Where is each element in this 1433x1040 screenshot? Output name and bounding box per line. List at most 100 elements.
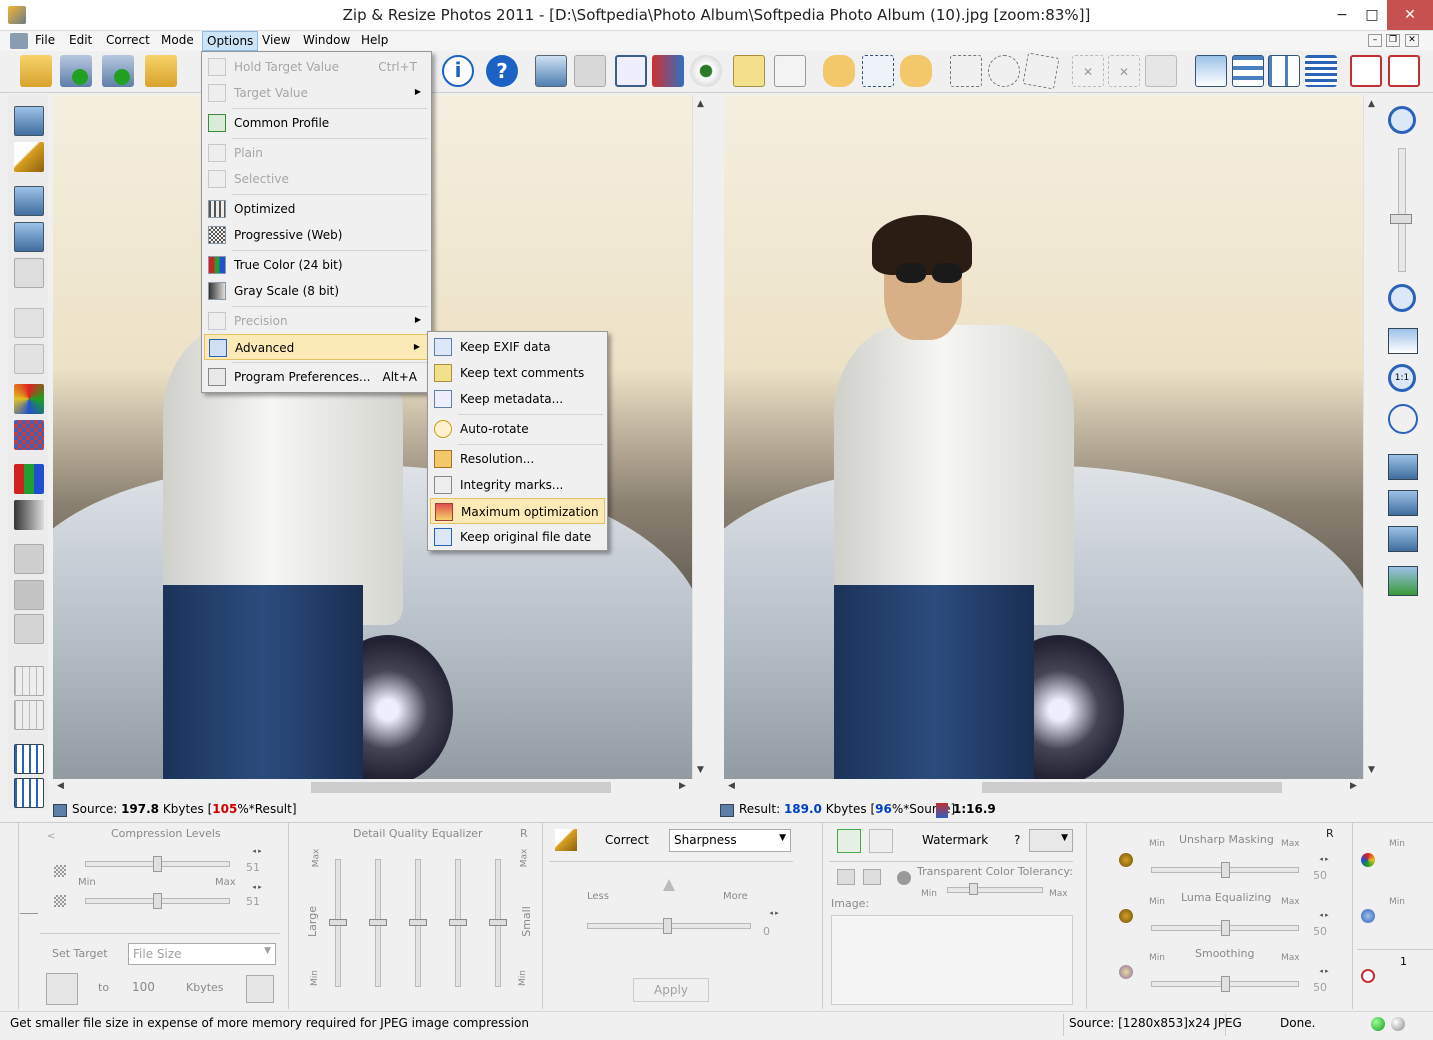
menu-item-precision[interactable]: Precision ▶ — [204, 308, 429, 334]
clear-selection-icon[interactable]: ✕ — [1108, 55, 1140, 87]
luma-slider-knob[interactable] — [1221, 920, 1230, 936]
menu-view[interactable]: View — [258, 33, 294, 47]
compare-view-icon[interactable] — [535, 55, 567, 87]
menu-file[interactable]: File — [31, 33, 59, 47]
menu-item-program-preferences[interactable]: Program Preferences... Alt+A — [204, 364, 429, 390]
watermark-dropdown[interactable]: ▼ — [1029, 829, 1073, 852]
luma-spin[interactable]: ◂ ▸ — [1313, 911, 1335, 921]
edit-note-icon[interactable] — [733, 55, 765, 87]
monitor-tree-icon[interactable] — [14, 186, 44, 216]
mdi-minimize-button[interactable]: – — [1368, 34, 1382, 47]
set-target-dropdown[interactable]: File Size ▼ — [128, 943, 276, 965]
clipboard-icon[interactable] — [574, 55, 606, 87]
layout-1-icon[interactable] — [1388, 454, 1418, 480]
magic-wand-small-icon[interactable] — [555, 829, 577, 851]
mask-icon[interactable] — [1145, 55, 1177, 87]
monitor-lock-icon[interactable] — [14, 222, 44, 252]
grey-layer2-icon[interactable] — [14, 580, 44, 610]
watermark-image-icon[interactable] — [863, 869, 881, 885]
menu-item-hold-target-value[interactable]: Hold Target Value Ctrl+T — [204, 54, 429, 80]
result-vertical-scrollbar[interactable]: ▲ ▼ — [1363, 95, 1380, 779]
help-icon[interactable]: ? — [486, 55, 518, 87]
compression-spin-2[interactable]: ◂ ▸ — [246, 883, 268, 893]
polygon-selection-icon[interactable] — [1022, 52, 1060, 90]
maximize-button[interactable]: □ — [1357, 0, 1387, 30]
rect-selection-icon[interactable] — [950, 55, 982, 87]
watermark-image-box[interactable] — [831, 915, 1073, 1005]
smoothing-spin[interactable]: ◂ ▸ — [1313, 967, 1335, 977]
cascade-windows-icon[interactable] — [1195, 55, 1227, 87]
grid-settings-icon[interactable] — [14, 666, 44, 696]
menu-correct[interactable]: Correct — [102, 33, 154, 47]
slider-settings-icon[interactable] — [14, 700, 44, 730]
crop-icon[interactable] — [615, 55, 647, 87]
zoom-out-icon[interactable] — [1388, 284, 1416, 312]
delete-selection-icon[interactable]: ✕ — [1072, 55, 1104, 87]
correct-dropdown[interactable]: Sharpness ▼ — [669, 829, 791, 852]
minimize-button[interactable]: − — [1327, 0, 1357, 30]
gray-scale-icon[interactable] — [14, 500, 44, 530]
menu-mode[interactable]: Mode — [157, 33, 198, 47]
menu-item-resolution[interactable]: Resolution... — [430, 446, 605, 472]
menu-item-keep-metadata[interactable]: Keep metadata... — [430, 386, 605, 412]
watermark-add-icon[interactable] — [837, 829, 861, 853]
watermark-remove-icon[interactable] — [869, 829, 893, 853]
menu-item-plain[interactable]: Plain — [204, 140, 429, 166]
menu-item-keep-original-date[interactable]: Keep original file date — [430, 524, 605, 550]
result-image[interactable] — [724, 95, 1363, 779]
menu-item-keep-exif[interactable]: Keep EXIF data — [430, 334, 605, 360]
menu-edit[interactable]: Edit — [65, 33, 96, 47]
copy-grey-icon[interactable] — [14, 344, 44, 374]
tolerance-slider-knob[interactable] — [969, 883, 978, 895]
target-size-input[interactable]: 100 — [128, 977, 180, 999]
zoom-in-icon[interactable] — [1388, 106, 1416, 134]
menu-item-selective[interactable]: Selective — [204, 166, 429, 192]
compression-slider-2-knob[interactable] — [153, 893, 162, 909]
menu-item-progressive[interactable]: Progressive (Web) — [204, 222, 429, 248]
menu-item-true-color[interactable]: True Color (24 bit) — [204, 252, 429, 278]
menu-item-gray-scale[interactable]: Gray Scale (8 bit) — [204, 278, 429, 304]
mdi-close-button[interactable]: ✕ — [1405, 34, 1419, 47]
result-horizontal-scrollbar[interactable]: ◀ ▶ — [724, 779, 1363, 796]
compression-spin-1[interactable]: ◂ ▸ — [246, 847, 268, 857]
info-icon[interactable]: i — [442, 55, 474, 87]
true-color-icon[interactable] — [14, 464, 44, 494]
actual-size-icon[interactable]: 1:1 — [1388, 364, 1416, 392]
hand-select-icon[interactable] — [900, 55, 932, 87]
equalizer-auto-icon[interactable] — [14, 778, 44, 808]
menu-item-auto-rotate[interactable]: Auto-rotate — [430, 416, 605, 442]
zoom-slider[interactable] — [1398, 148, 1406, 272]
menu-item-maximum-optimization[interactable]: Maximum optimization — [430, 498, 605, 524]
unsharp-slider-knob[interactable] — [1221, 862, 1230, 878]
mdi-restore-button[interactable]: ❐ — [1386, 34, 1400, 47]
compare-grey-icon[interactable] — [14, 308, 44, 338]
document-icon[interactable] — [10, 33, 28, 49]
select-pointer-icon[interactable] — [862, 55, 894, 87]
layout-3-icon[interactable] — [1388, 526, 1418, 552]
fit-window-icon[interactable] — [1388, 328, 1418, 354]
layout-2-icon[interactable] — [1388, 490, 1418, 516]
grey-layer1-icon[interactable] — [14, 544, 44, 574]
target-icon[interactable] — [1388, 404, 1418, 434]
monitor-grey-icon[interactable] — [14, 258, 44, 288]
batch-run-icon[interactable] — [60, 55, 92, 87]
close-button[interactable]: ✕ — [1387, 0, 1433, 30]
watermark-open-icon[interactable] — [837, 869, 855, 885]
compression-slider-1-knob[interactable] — [153, 856, 162, 872]
open-folder-icon[interactable] — [20, 55, 52, 87]
batch-run-save-icon[interactable] — [102, 55, 134, 87]
smoothing-slider-knob[interactable] — [1221, 976, 1230, 992]
apply-button[interactable]: Apply — [633, 978, 709, 1002]
list-view-icon[interactable] — [1305, 55, 1337, 87]
equalizer-icon[interactable] — [14, 744, 44, 774]
menu-options[interactable]: Options — [202, 31, 259, 51]
hand-pan-icon[interactable] — [823, 55, 855, 87]
source-vertical-scrollbar[interactable]: ▲ ▼ — [692, 95, 709, 779]
open-dropdown-icon[interactable] — [145, 55, 177, 87]
menu-item-advanced[interactable]: Advanced ▶ — [204, 334, 429, 360]
menu-item-integrity-marks[interactable]: Integrity marks... — [430, 472, 605, 498]
monitor-icon[interactable] — [14, 106, 44, 136]
window-red-icon[interactable] — [1350, 55, 1382, 87]
target-apply-button[interactable] — [246, 975, 274, 1003]
correct-spin[interactable]: ◂ ▸ — [763, 909, 785, 919]
